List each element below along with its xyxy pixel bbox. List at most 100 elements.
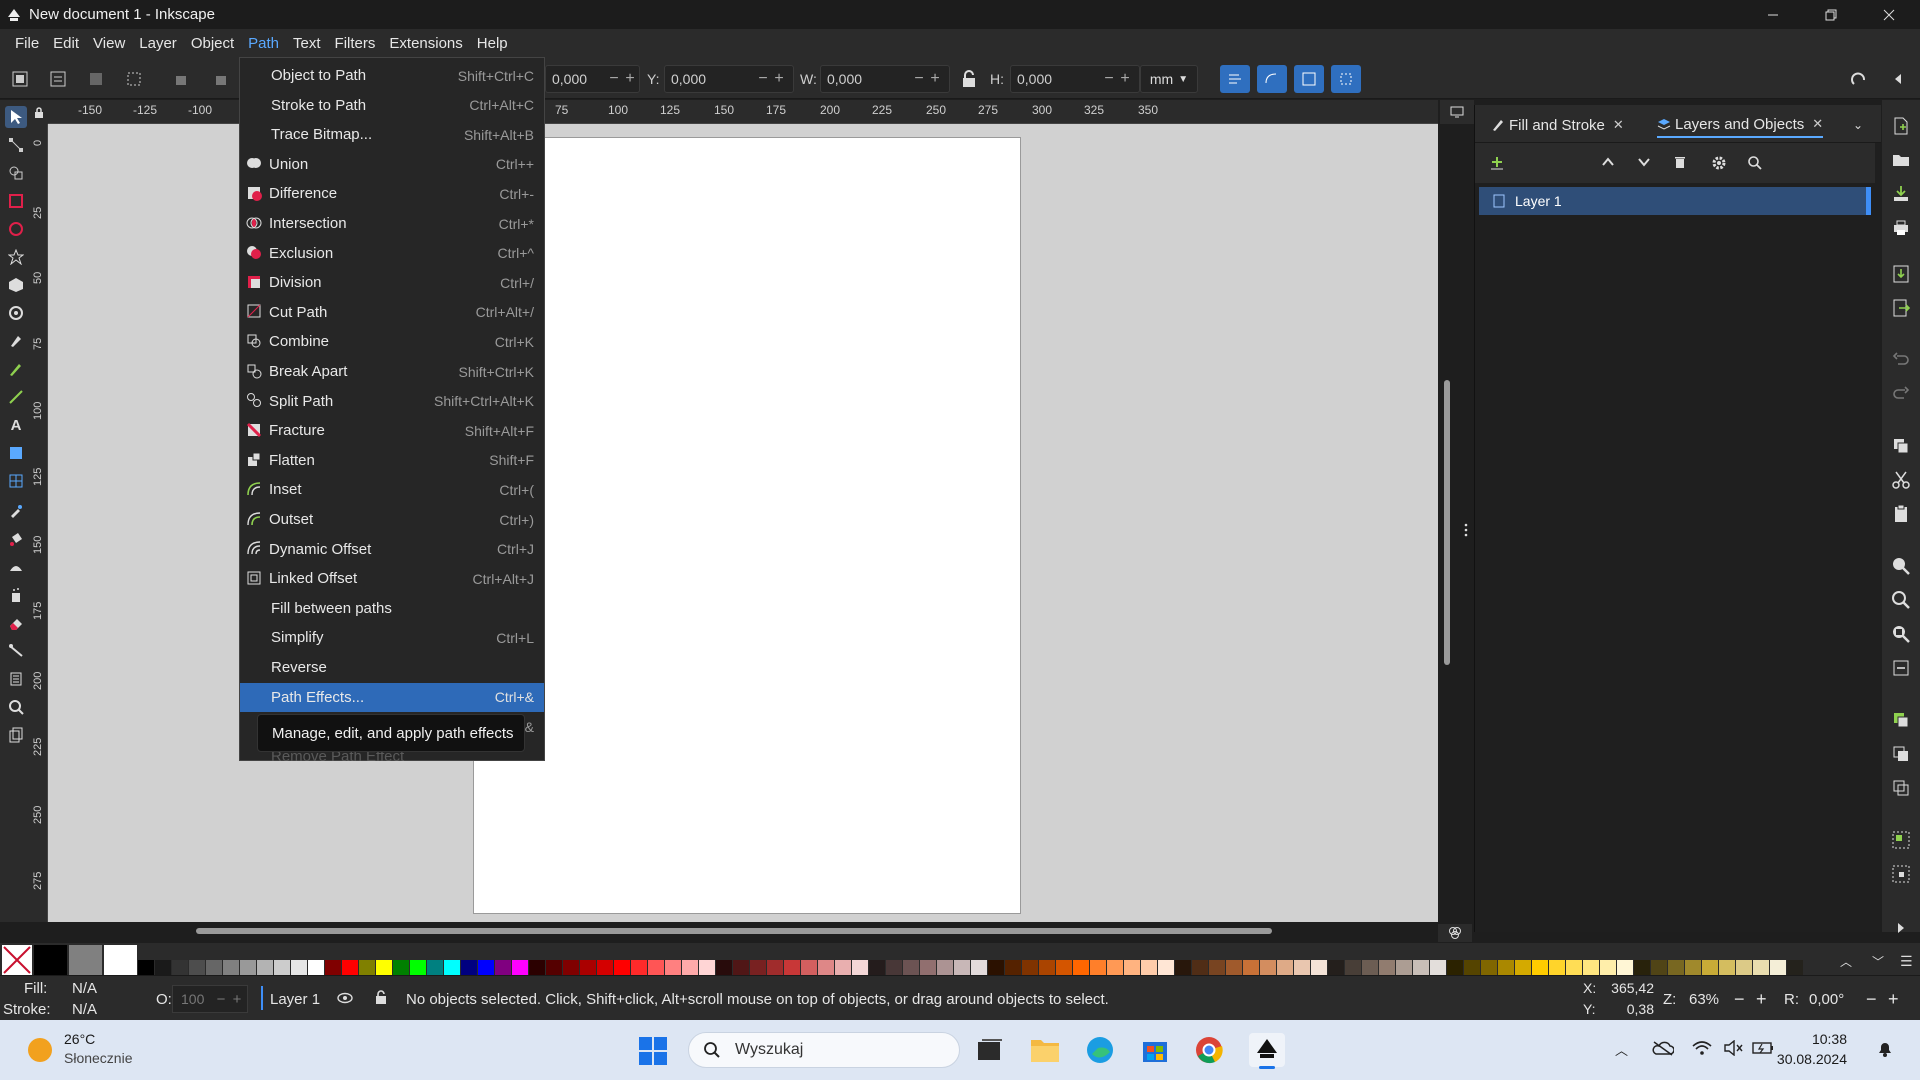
tweak-tool-icon[interactable]: [5, 556, 27, 578]
palette-swatch[interactable]: [257, 960, 273, 975]
tab-layers-and-objects[interactable]: Layers and Objects ✕: [1657, 112, 1824, 138]
palette-swatch[interactable]: [1175, 960, 1191, 975]
palette-swatch[interactable]: [937, 960, 953, 975]
palette-swatch[interactable]: [1651, 960, 1667, 975]
x-field[interactable]: 0,000 − +: [545, 65, 640, 93]
palette-swatch[interactable]: [1124, 960, 1140, 975]
onedrive-icon[interactable]: [1652, 1040, 1675, 1060]
x-decrement[interactable]: −: [606, 70, 622, 88]
palette-swatch[interactable]: [1226, 960, 1242, 975]
palette-swatch[interactable]: [1328, 960, 1344, 975]
shape-builder-icon[interactable]: [5, 162, 27, 184]
menu-help[interactable]: Help: [470, 32, 515, 56]
palette-swatch[interactable]: [1005, 960, 1021, 975]
close-tab-icon[interactable]: ✕: [1812, 116, 1823, 132]
path-menu-item-exclusion[interactable]: Exclusion Ctrl+^: [240, 239, 544, 268]
black-swatch[interactable]: [34, 945, 67, 975]
panel-handle[interactable]: [1464, 520, 1468, 540]
palette-swatch[interactable]: [1430, 960, 1446, 975]
clock-time[interactable]: 10:38: [1795, 1031, 1847, 1047]
eraser-tool-icon[interactable]: [5, 612, 27, 634]
palette-swatch[interactable]: [427, 960, 443, 975]
palette-swatch[interactable]: [189, 960, 205, 975]
palette-swatch[interactable]: [1243, 960, 1259, 975]
path-menu-item-intersection[interactable]: Intersection Ctrl+*: [240, 209, 544, 238]
close-window-button[interactable]: [1860, 0, 1918, 29]
y-field[interactable]: 0,000 − +: [664, 65, 794, 93]
path-menu-item-path-effects[interactable]: Path Effects... Ctrl+&: [240, 682, 544, 712]
palette-swatch[interactable]: [1090, 960, 1106, 975]
path-menu-item-union[interactable]: Union Ctrl++: [240, 150, 544, 179]
y-value[interactable]: 0,000: [665, 71, 755, 87]
spray-tool-icon[interactable]: [5, 584, 27, 606]
path-menu-item-flatten[interactable]: Flatten Shift+F: [240, 446, 544, 475]
add-layer-icon[interactable]: [1489, 155, 1505, 175]
menu-text[interactable]: Text: [286, 32, 328, 56]
copy-icon[interactable]: [1891, 436, 1911, 456]
path-menu-item-reverse[interactable]: Reverse: [240, 653, 544, 682]
palette-swatch[interactable]: [1668, 960, 1684, 975]
palette-swatch[interactable]: [1107, 960, 1123, 975]
palette-swatch[interactable]: [1158, 960, 1174, 975]
rectangle-tool-icon[interactable]: [5, 190, 27, 212]
scale-stroke-icon[interactable]: [1220, 65, 1250, 93]
rotate-cw-icon[interactable]: [208, 67, 232, 91]
palette-swatch[interactable]: [733, 960, 749, 975]
cut-icon[interactable]: [1891, 470, 1911, 490]
palette-swatch[interactable]: [1583, 960, 1599, 975]
palette-swatch[interactable]: [1787, 960, 1803, 975]
y-decrement[interactable]: −: [755, 70, 771, 88]
rotation-value[interactable]: 0,00°: [1809, 991, 1844, 1008]
import-icon[interactable]: [1891, 264, 1911, 284]
palette-swatch[interactable]: [1260, 960, 1276, 975]
export-icon[interactable]: [1891, 298, 1911, 318]
layer-row[interactable]: Layer 1: [1479, 187, 1871, 215]
battery-icon[interactable]: [1752, 1040, 1774, 1060]
paste-icon[interactable]: [1891, 504, 1911, 524]
palette-swatch[interactable]: [1141, 960, 1157, 975]
path-menu-item-split-path[interactable]: Split Path Shift+Ctrl+Alt+K: [240, 387, 544, 416]
palette-swatch[interactable]: [546, 960, 562, 975]
lock-icon[interactable]: [375, 990, 387, 1009]
path-menu-item-combine[interactable]: Combine Ctrl+K: [240, 327, 544, 356]
palette-swatch[interactable]: [869, 960, 885, 975]
palette-swatch[interactable]: [359, 960, 375, 975]
zoom-page-width-icon[interactable]: [1891, 658, 1911, 678]
no-paint-swatch[interactable]: [2, 945, 32, 975]
zoom-page-icon[interactable]: [1891, 624, 1911, 644]
node-tool-icon[interactable]: [5, 134, 27, 156]
group-icon[interactable]: [1891, 830, 1911, 850]
path-menu-item-break-apart[interactable]: Break Apart Shift+Ctrl+K: [240, 357, 544, 386]
palette-swatch[interactable]: [1702, 960, 1718, 975]
palette-swatch[interactable]: [291, 960, 307, 975]
palette-swatch[interactable]: [155, 960, 171, 975]
palette-swatch[interactable]: [716, 960, 732, 975]
palette-swatch[interactable]: [1753, 960, 1769, 975]
palette-swatch[interactable]: [1532, 960, 1548, 975]
path-menu-item-simplify[interactable]: Simplify Ctrl+L: [240, 623, 544, 652]
expand-commands-icon[interactable]: [1891, 918, 1911, 938]
path-menu-item-fracture[interactable]: Fracture Shift+Alt+F: [240, 416, 544, 445]
palette-swatch[interactable]: [1073, 960, 1089, 975]
palette-swatch[interactable]: [750, 960, 766, 975]
palette-swatch[interactable]: [597, 960, 613, 975]
move-gradients-icon[interactable]: [1294, 65, 1324, 93]
palette-swatch[interactable]: [1022, 960, 1038, 975]
palette-swatch[interactable]: [852, 960, 868, 975]
zoom-value[interactable]: 63%: [1689, 991, 1719, 1008]
palette-swatch[interactable]: [648, 960, 664, 975]
3d-box-tool-icon[interactable]: [5, 274, 27, 296]
palette-swatch[interactable]: [1294, 960, 1310, 975]
palette-swatch[interactable]: [308, 960, 324, 975]
palette-swatch[interactable]: [988, 960, 1004, 975]
palette-swatch[interactable]: [138, 960, 154, 975]
opacity-field[interactable]: 100 − +: [172, 985, 248, 1013]
inkscape-taskbar-button[interactable]: [1249, 1033, 1285, 1069]
path-menu-item-stroke-to-path[interactable]: Stroke to Path Ctrl+Alt+C: [240, 91, 544, 120]
open-folder-icon[interactable]: [1891, 150, 1911, 170]
search-icon[interactable]: [1747, 155, 1763, 175]
ellipse-tool-icon[interactable]: [5, 218, 27, 240]
palette-swatch[interactable]: [1362, 960, 1378, 975]
palette-swatch[interactable]: [240, 960, 256, 975]
palette-swatch[interactable]: [1277, 960, 1293, 975]
